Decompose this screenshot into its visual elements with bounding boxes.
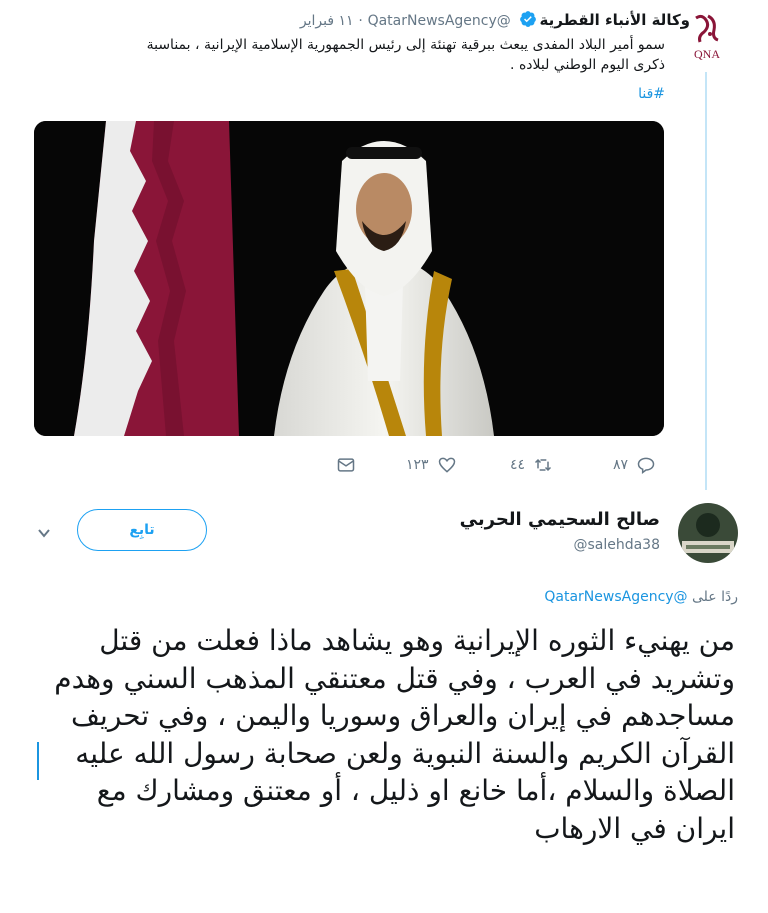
reply-count: ٨٧ xyxy=(613,457,629,473)
verified-badge-icon xyxy=(519,10,537,33)
reply-action[interactable]: ٨٧ xyxy=(605,454,656,476)
reply-author-avatar[interactable] xyxy=(678,503,738,563)
quoted-tweet-header: وكالة الأنباء القطرية @QatarNewsAgency ·… xyxy=(300,10,690,33)
retweet-icon xyxy=(535,458,552,472)
retweet-count: ٤٤ xyxy=(510,457,526,473)
quoted-author-name[interactable]: وكالة الأنباء القطرية xyxy=(540,11,690,29)
like-count: ١٢٣ xyxy=(406,457,429,473)
replying-prefix: ردًا على xyxy=(692,589,738,605)
quoted-handle[interactable]: @QatarNewsAgency xyxy=(368,13,511,29)
meta-separator: · xyxy=(358,13,363,29)
quoted-date[interactable]: ١١ فبراير xyxy=(300,13,354,29)
text-caret xyxy=(37,742,39,780)
thread-connector-line xyxy=(705,72,707,490)
quoted-tweet-text: سمو أمير البلاد المفدى يبعث ببرقية تهنئة… xyxy=(146,37,665,73)
replying-to-handle[interactable]: @QatarNewsAgency xyxy=(544,589,687,605)
chevron-down-icon[interactable] xyxy=(35,524,53,542)
heart-icon xyxy=(438,457,455,473)
quoted-tweet-photo[interactable] xyxy=(34,121,664,436)
direct-message-action[interactable] xyxy=(336,454,372,476)
replying-to: ردًا على @QatarNewsAgency xyxy=(544,589,738,605)
reply-author-name[interactable]: صالح السحيمي الحربي xyxy=(460,509,660,530)
like-action[interactable]: ١٢٣ xyxy=(398,454,457,476)
envelope-icon xyxy=(337,458,355,472)
retweet-action[interactable]: ٤٤ xyxy=(502,454,553,476)
qna-logo-text: QNA xyxy=(694,47,720,61)
follow-button[interactable]: تابِع xyxy=(77,509,207,551)
reply-bubble-icon xyxy=(637,457,655,474)
reply-author-handle[interactable]: @salehda38 xyxy=(573,537,660,553)
quoted-hashtag[interactable]: #قنا xyxy=(638,86,665,102)
reply-tweet-text: من يهنيء الثوره الإيرانية وهو يشاهد ماذا… xyxy=(54,624,735,845)
